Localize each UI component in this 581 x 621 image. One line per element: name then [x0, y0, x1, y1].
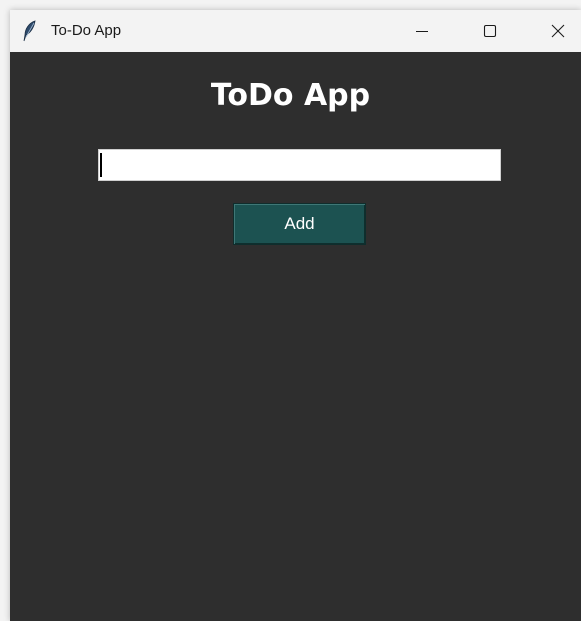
minimize-icon: [416, 31, 428, 32]
feather-icon: [23, 20, 36, 42]
app-content: ToDo App Add: [10, 52, 581, 621]
add-button[interactable]: Add: [233, 203, 366, 245]
task-input[interactable]: [98, 149, 501, 181]
close-icon: [551, 24, 565, 38]
minimize-button[interactable]: [399, 10, 445, 52]
title-bar[interactable]: To-Do App: [10, 10, 581, 52]
window-title: To-Do App: [51, 22, 122, 39]
maximize-button[interactable]: [467, 10, 513, 52]
app-window: To-Do App ToDo App Add: [10, 10, 581, 621]
maximize-icon: [483, 24, 497, 38]
text-caret: [100, 153, 102, 177]
page-title: ToDo App: [210, 78, 371, 113]
close-button[interactable]: [535, 10, 581, 52]
